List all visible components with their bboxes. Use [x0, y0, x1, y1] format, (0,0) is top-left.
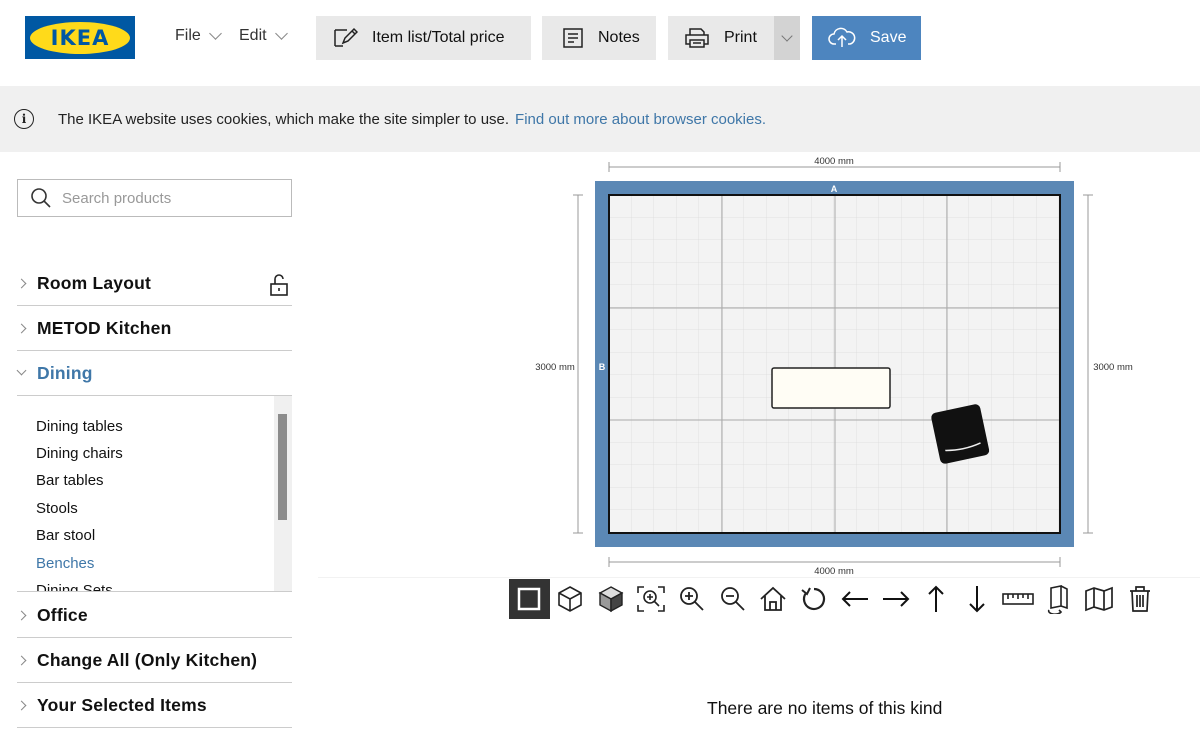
ruler-icon[interactable] — [997, 579, 1038, 619]
category-label: Room Layout — [37, 272, 152, 293]
chevron-down-icon — [16, 365, 27, 376]
3d-wireframe-icon[interactable] — [550, 579, 591, 619]
search-box[interactable] — [17, 179, 292, 217]
scrollbar-thumb[interactable] — [278, 414, 287, 520]
wall-b-label: B — [599, 362, 606, 372]
search-icon — [31, 188, 51, 208]
sub-stools[interactable]: Stools — [36, 500, 78, 517]
bench-item[interactable] — [771, 367, 891, 409]
chevron-right-icon — [16, 655, 27, 665]
chevron-down-icon — [274, 26, 288, 40]
view-toolbar — [509, 579, 1160, 619]
chevron-right-icon — [16, 278, 27, 288]
category-label: Change All (Only Kitchen) — [37, 649, 258, 670]
chevron-down-icon — [208, 26, 222, 40]
sub-bar-tables[interactable]: Bar tables — [36, 472, 104, 489]
bottom-dimension-label: 4000 mm — [814, 566, 854, 577]
left-dimension-label: 3000 mm — [535, 362, 575, 373]
print-button[interactable]: Print — [668, 16, 774, 60]
notes-label: Notes — [598, 29, 640, 46]
arrow-down-icon[interactable] — [957, 579, 998, 619]
planner-canvas[interactable]: 4000 mm 4000 mm 3000 mm 3000 mm A B — [318, 152, 1200, 577]
chevron-right-icon — [16, 700, 27, 710]
chevron-right-icon — [16, 610, 27, 620]
2d-view-icon[interactable] — [509, 579, 550, 619]
category-label: METOD Kitchen — [37, 317, 172, 338]
chair-item[interactable] — [930, 403, 990, 464]
home-icon[interactable] — [753, 579, 794, 619]
arrow-left-icon[interactable] — [835, 579, 876, 619]
sub-benches[interactable]: Benches — [36, 555, 94, 572]
top-bar: IKEA File Edit Item list/Total price Not… — [0, 0, 1200, 86]
save-label: Save — [870, 29, 907, 46]
trash-icon[interactable] — [1119, 579, 1160, 619]
edit-menu-label: Edit — [239, 27, 267, 44]
printer-icon — [685, 28, 709, 48]
cookie-banner: i The IKEA website uses cookies, which m… — [0, 86, 1200, 152]
pencil-list-icon — [334, 27, 358, 47]
category-dining[interactable]: Dining — [16, 351, 292, 396]
rotate-icon[interactable] — [794, 579, 835, 619]
print-dropdown-button[interactable] — [774, 16, 800, 60]
top-dimension-label: 4000 mm — [814, 156, 854, 167]
map-icon[interactable] — [1079, 579, 1120, 619]
chevron-down-icon — [781, 29, 793, 42]
ikea-logo[interactable]: IKEA — [25, 16, 135, 59]
file-menu[interactable]: File — [175, 26, 222, 45]
item-list-label: Item list/Total price — [372, 29, 505, 46]
divider — [318, 577, 1200, 578]
wall-icon[interactable] — [1038, 579, 1079, 619]
notes-button[interactable]: Notes — [542, 16, 656, 60]
file-menu-label: File — [175, 27, 201, 44]
sub-dining-tables[interactable]: Dining tables — [36, 418, 123, 435]
arrow-right-icon[interactable] — [875, 579, 916, 619]
edit-menu[interactable]: Edit — [239, 26, 288, 45]
wall-a-label: A — [831, 184, 838, 194]
category-label: Office — [37, 604, 88, 625]
category-selected-items[interactable]: Your Selected Items — [16, 683, 292, 728]
sub-bar-stool[interactable]: Bar stool — [36, 527, 95, 544]
category-office[interactable]: Office — [16, 593, 292, 638]
floor-plan[interactable]: 4000 mm 4000 mm 3000 mm 3000 mm A B — [318, 152, 1200, 577]
category-room-layout[interactable]: Room Layout — [16, 261, 292, 306]
category-change-all[interactable]: Change All (Only Kitchen) — [16, 638, 292, 683]
category-label: Your Selected Items — [37, 694, 207, 715]
logo-text: IKEA — [50, 25, 110, 50]
zoom-in-icon[interactable] — [672, 579, 713, 619]
cookie-message: The IKEA website uses cookies, which mak… — [58, 110, 510, 128]
save-button[interactable]: Save — [812, 16, 921, 60]
right-dimension-label: 3000 mm — [1093, 362, 1133, 373]
item-list-button[interactable]: Item list/Total price — [316, 16, 531, 60]
cookie-info-link[interactable]: Find out more about browser cookies. — [515, 111, 766, 128]
3d-solid-icon[interactable] — [590, 579, 631, 619]
sub-dining-sets[interactable]: Dining Sets — [36, 582, 113, 591]
search-input[interactable] — [62, 189, 262, 207]
sub-dining-chairs[interactable]: Dining chairs — [36, 445, 123, 462]
arrow-up-icon[interactable] — [916, 579, 957, 619]
empty-results-message: There are no items of this kind — [707, 698, 943, 718]
cloud-upload-icon — [828, 27, 856, 47]
zoom-fit-icon[interactable] — [631, 579, 672, 619]
category-metod-kitchen[interactable]: METOD Kitchen — [16, 306, 292, 351]
info-icon: i — [14, 109, 34, 129]
chevron-right-icon — [16, 323, 27, 333]
notes-icon — [563, 28, 583, 48]
unlock-icon[interactable] — [269, 273, 289, 297]
product-sidebar: Room Layout METOD Kitchen Dining Dining … — [0, 152, 318, 741]
print-label: Print — [724, 29, 757, 46]
category-label: Dining — [37, 362, 93, 383]
logo-oval: IKEA — [30, 21, 130, 54]
zoom-out-icon[interactable] — [712, 579, 753, 619]
dining-subcategory-list: Dining tables Dining chairs Bar tables S… — [17, 396, 292, 592]
